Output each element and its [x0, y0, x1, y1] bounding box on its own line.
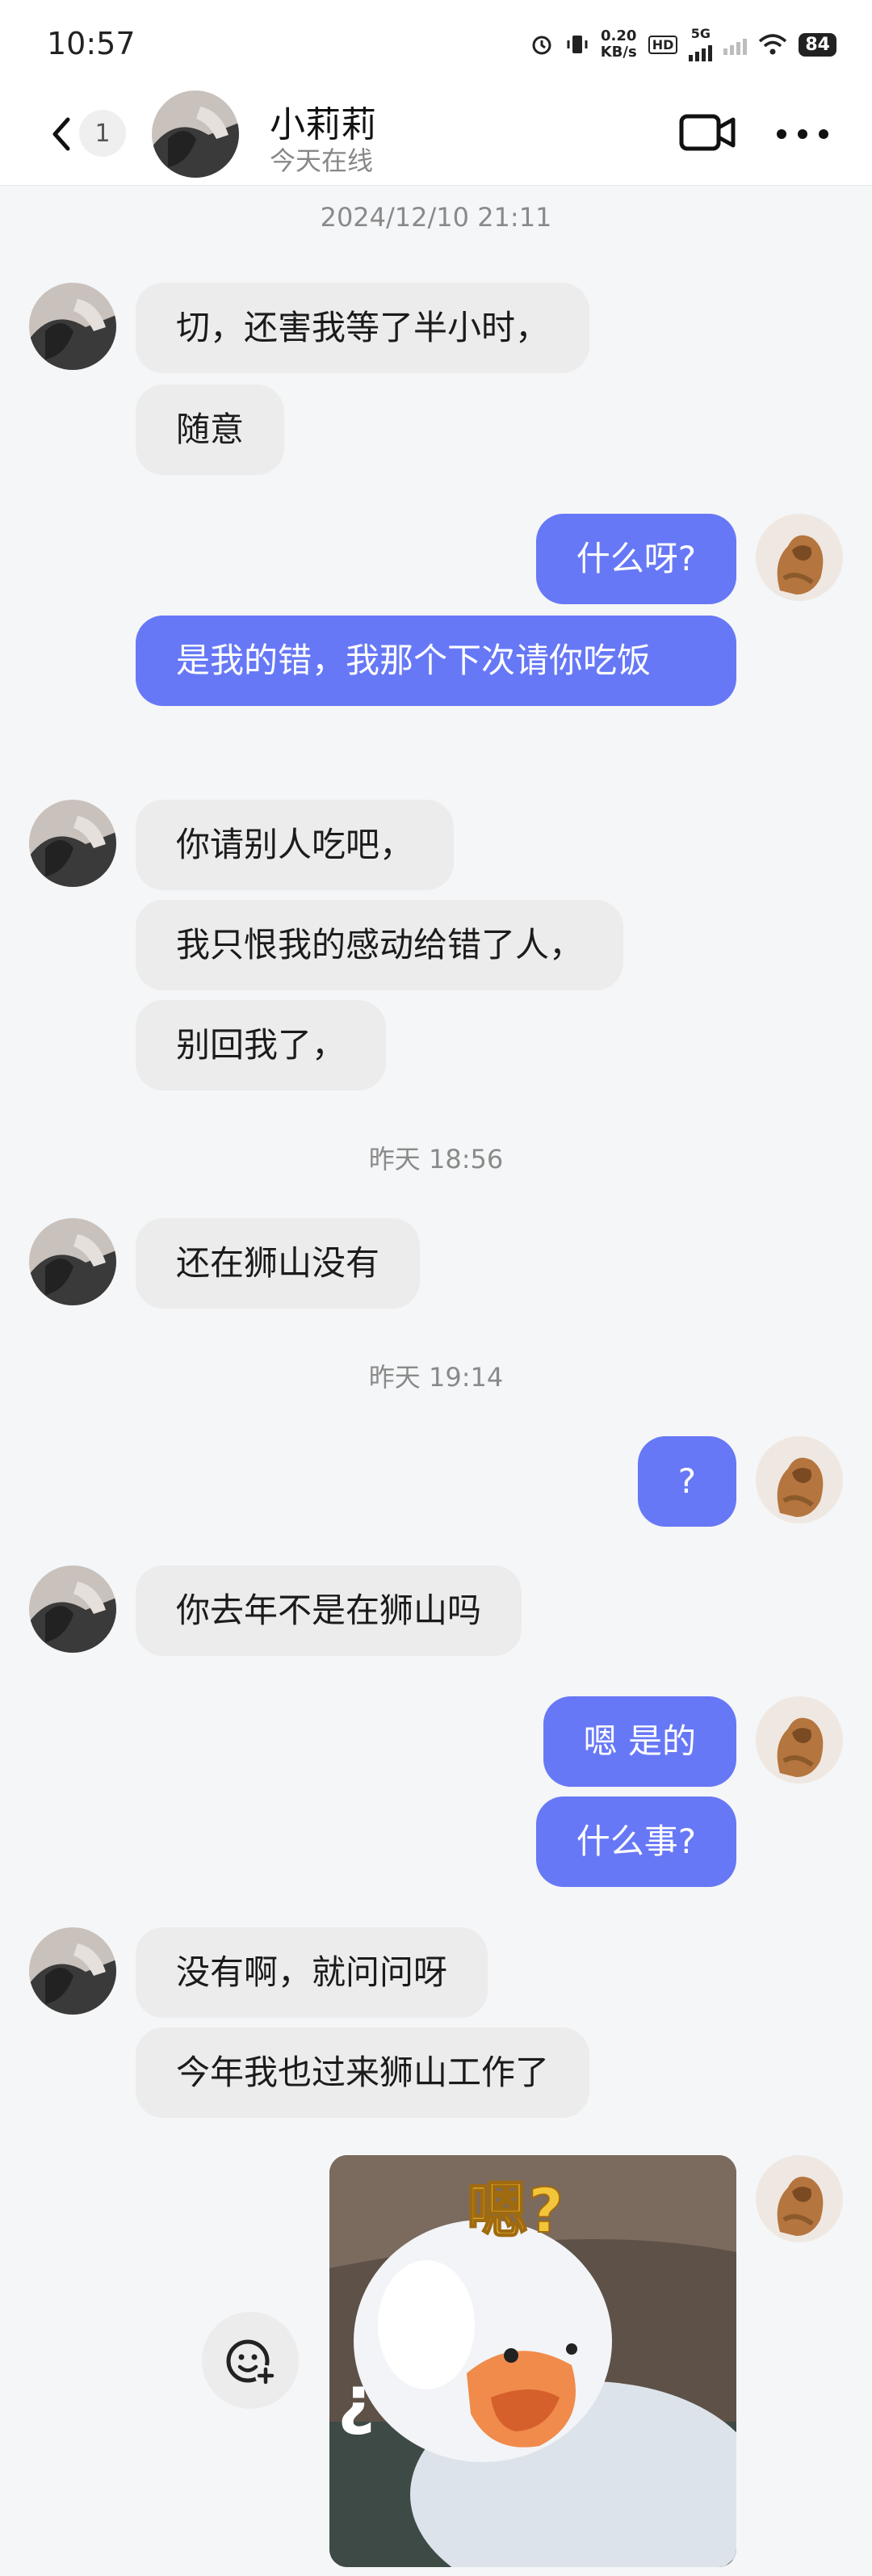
contact-avatar[interactable] [29, 1218, 116, 1305]
network-speed-unit: KB/s [600, 44, 637, 61]
incoming-message[interactable]: 你请别人吃吧， [136, 800, 455, 890]
incoming-message[interactable]: 今年我也过来狮山工作了 [136, 2028, 590, 2118]
incoming-message[interactable]: 没有啊，就问问呀 [136, 1927, 488, 2018]
more-dots-icon[interactable] [777, 129, 828, 141]
message-timestamp: 昨天 18:56 [368, 1144, 504, 1175]
battery-icon: 84 [799, 32, 836, 57]
video-call-icon[interactable] [678, 110, 736, 155]
incoming-message[interactable]: 随意 [136, 385, 285, 475]
contact-avatar[interactable] [152, 90, 239, 178]
wifi-icon [759, 34, 787, 55]
contact-avatar[interactable] [29, 800, 116, 887]
network-speed: 0.20 KB/s [601, 28, 637, 61]
network-type: 5G [690, 26, 711, 41]
network-speed-value: 0.20 [601, 27, 637, 44]
contact-avatar[interactable] [29, 1565, 116, 1653]
my-avatar[interactable] [756, 514, 843, 601]
cell-signal-secondary-icon [723, 34, 748, 55]
contact-name[interactable]: 小莉莉 [270, 95, 376, 147]
sticker-image[interactable]: 嗯? ¿ [329, 2155, 736, 2567]
my-avatar[interactable] [756, 2155, 843, 2242]
contact-online-status: 今天在线 [270, 145, 374, 176]
emoji-add-icon[interactable] [202, 2312, 299, 2409]
hd-label: HD [648, 35, 678, 54]
cell-signal-icon: 5G [689, 26, 713, 61]
incoming-message[interactable]: 切，还害我等了半小时， [136, 283, 590, 373]
message-timestamp: 昨天 19:14 [368, 1362, 504, 1393]
status-bar: 10:57 0.20 KB/s HD 5G 84 [0, 0, 872, 89]
incoming-message[interactable]: 我只恨我的感动给错了人， [136, 900, 624, 990]
vibrate-icon [567, 36, 588, 53]
message-timestamp: 2024/12/10 21:11 [320, 202, 552, 233]
incoming-message[interactable]: 还在狮山没有 [136, 1218, 421, 1309]
outgoing-message[interactable]: ? [637, 1436, 736, 1527]
my-avatar[interactable] [756, 1696, 843, 1784]
status-icons: 0.20 KB/s HD 5G 84 [530, 27, 836, 61]
outgoing-message[interactable]: 是我的错，我那个下次请你吃饭 [136, 616, 736, 706]
contact-avatar[interactable] [29, 1927, 116, 2015]
outgoing-message[interactable]: 什么呀? [535, 514, 736, 604]
status-time: 10:57 [47, 26, 136, 61]
contact-avatar[interactable] [29, 283, 116, 370]
incoming-message[interactable]: 别回我了， [136, 1000, 387, 1090]
incoming-message[interactable]: 你去年不是在狮山吗 [136, 1565, 522, 1656]
outgoing-message[interactable]: 什么事? [535, 1796, 736, 1887]
alarm-icon [532, 36, 551, 55]
chat-header: 1 小莉莉 今天在线 [0, 81, 872, 186]
outgoing-message[interactable]: 嗯 是的 [543, 1696, 736, 1787]
sticker-caption: 嗯? [467, 2175, 564, 2246]
my-avatar[interactable] [756, 1436, 843, 1523]
unread-badge: 1 [79, 110, 126, 157]
sticker-side-mark: ¿ [337, 2362, 375, 2437]
